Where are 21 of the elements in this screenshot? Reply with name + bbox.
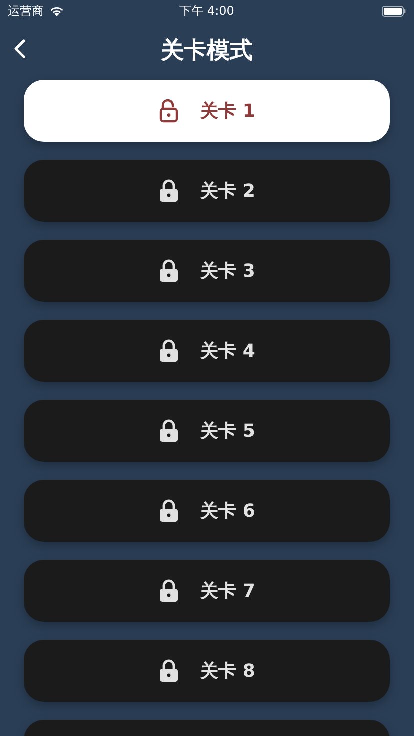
level-button[interactable]: 关卡 6 bbox=[24, 480, 390, 542]
level-button[interactable]: 关卡 2 bbox=[24, 160, 390, 222]
padlock-icon bbox=[158, 579, 179, 603]
level-button[interactable]: 关卡 8 bbox=[24, 640, 390, 702]
padlock-icon bbox=[158, 499, 179, 523]
wifi-icon bbox=[49, 5, 65, 17]
level-button[interactable]: 关卡 5 bbox=[24, 400, 390, 462]
level-button[interactable]: 关卡 1 bbox=[24, 80, 390, 142]
padlock-icon bbox=[158, 419, 179, 443]
unlocked-padlock-icon bbox=[158, 99, 179, 123]
clock-time: 下午 4:00 bbox=[180, 2, 234, 20]
padlock-icon bbox=[158, 659, 179, 683]
carrier-name: 运营商 bbox=[8, 2, 44, 20]
page-title: 关卡模式 bbox=[161, 36, 253, 66]
battery-icon bbox=[382, 6, 406, 16]
level-button[interactable]: 关卡 7 bbox=[24, 560, 390, 622]
level-button[interactable]: 关卡 3 bbox=[24, 240, 390, 302]
level-button[interactable]: 关卡 4 bbox=[24, 320, 390, 382]
padlock-icon bbox=[158, 339, 179, 363]
padlock-icon bbox=[158, 259, 179, 283]
padlock-icon bbox=[158, 179, 179, 203]
